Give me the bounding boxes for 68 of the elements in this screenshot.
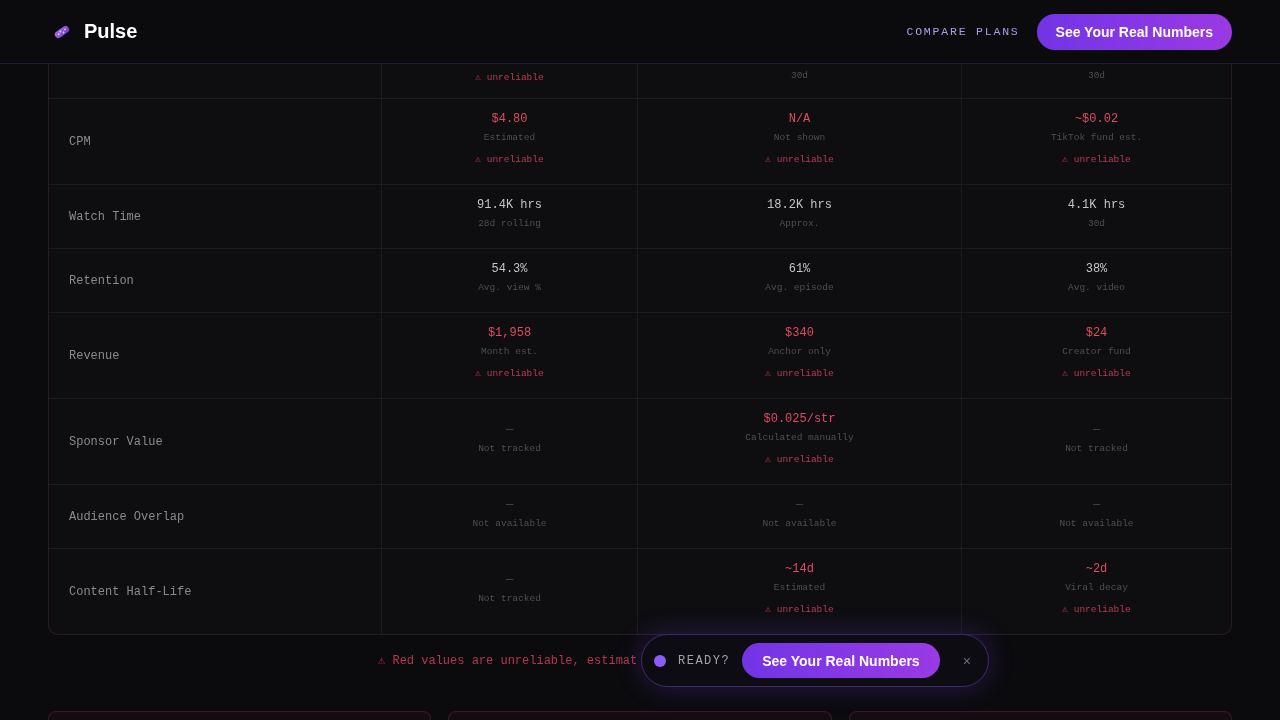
unreliable-label: ⚠ unreliable xyxy=(765,153,834,167)
metric-value: ~2d xyxy=(1085,561,1108,577)
metric-value: ~$0.02 xyxy=(1074,111,1119,127)
metric-value: — xyxy=(1092,497,1101,513)
metric-note: Month est. xyxy=(481,345,538,359)
metric-value: $24 xyxy=(1085,325,1108,341)
close-button[interactable]: × xyxy=(959,652,974,669)
metric-note: Not available xyxy=(1059,517,1134,531)
metric-value: — xyxy=(505,422,514,438)
ready-label: READY? xyxy=(678,653,731,668)
brand-name: Pulse xyxy=(84,20,138,43)
row-label: Revenue xyxy=(69,348,120,363)
unreliable-label: ⚠ unreliable xyxy=(765,603,834,617)
metric-value: — xyxy=(795,497,804,513)
metric-note: Not tracked xyxy=(478,592,541,606)
compare-plans-link[interactable]: COMPARE PLANS xyxy=(906,25,1020,38)
metric-note: 30d xyxy=(790,69,809,83)
metric-note: Avg. episode xyxy=(765,281,834,295)
metric-value: — xyxy=(505,572,514,588)
metric-note: 30d xyxy=(1087,217,1106,231)
unreliable-label: ⚠ unreliable xyxy=(765,453,834,467)
metric-note: Avg. video xyxy=(1068,281,1125,295)
unreliable-label: ⚠ unreliable xyxy=(1062,367,1131,381)
metric-note: Not tracked xyxy=(1065,442,1128,456)
metric-note: 28d rolling xyxy=(478,217,541,231)
metric-note: Estimated xyxy=(483,131,536,145)
metric-note: Approx. xyxy=(779,217,820,231)
cta-button[interactable]: See Your Real Numbers xyxy=(1036,13,1232,50)
metric-note: Anchor only xyxy=(768,345,831,359)
metric-note: Avg. view % xyxy=(478,281,541,295)
metric-value: 18.2K hrs xyxy=(767,197,832,213)
row-label: Retention xyxy=(69,273,134,288)
row-label: Sponsor Value xyxy=(69,434,163,449)
metric-value: 54.3% xyxy=(491,261,528,277)
row-label: Audience Overlap xyxy=(69,509,185,524)
metric-value: — xyxy=(505,497,514,513)
metric-value: 91.4K hrs xyxy=(477,197,542,213)
metric-note: Not shown xyxy=(773,131,826,145)
metric-note: Viral decay xyxy=(1065,581,1128,595)
metric-value: N/A xyxy=(788,111,811,127)
dot-icon xyxy=(654,654,666,667)
metric-value: $340 xyxy=(785,325,814,341)
metric-value: — xyxy=(1092,422,1101,438)
unreliable-label: ⚠ unreliable xyxy=(1062,153,1131,167)
metric-note: Not tracked xyxy=(478,442,541,456)
metric-value: ~14d xyxy=(785,561,814,577)
metric-note: Not available xyxy=(472,517,547,531)
metric-value: 4.1K hrs xyxy=(1067,197,1126,213)
unreliable-label: ⚠ unreliable xyxy=(475,367,544,381)
metric-value: $0.025/str xyxy=(763,411,836,427)
metric-note: Calculated manually xyxy=(745,431,854,445)
metric-value: 38% xyxy=(1085,261,1108,277)
metric-note: Estimated xyxy=(773,581,826,595)
metric-note: 30d xyxy=(1087,69,1106,83)
unreliable-label: ⚠ unreliable xyxy=(475,153,544,167)
metric-note: TikTok fund est. xyxy=(1050,131,1143,145)
metric-value: $4.80 xyxy=(491,111,528,127)
row-label: Content Half-Life xyxy=(69,584,192,599)
metric-value: $1,958 xyxy=(487,325,532,341)
metric-note: Creator fund xyxy=(1062,345,1131,359)
unreliable-label: ⚠ unreliable xyxy=(765,367,834,381)
cta-button[interactable]: See Your Real Numbers xyxy=(742,643,940,678)
footnote: ⚠ Red values are unreliable, estimat xyxy=(378,654,638,668)
metric-value: 61% xyxy=(788,261,811,277)
metric-note: Not available xyxy=(762,517,837,531)
row-label: CPM xyxy=(69,134,91,149)
row-label: Watch Time xyxy=(69,209,141,224)
unreliable-label: ⚠ unreliable xyxy=(1062,603,1131,617)
